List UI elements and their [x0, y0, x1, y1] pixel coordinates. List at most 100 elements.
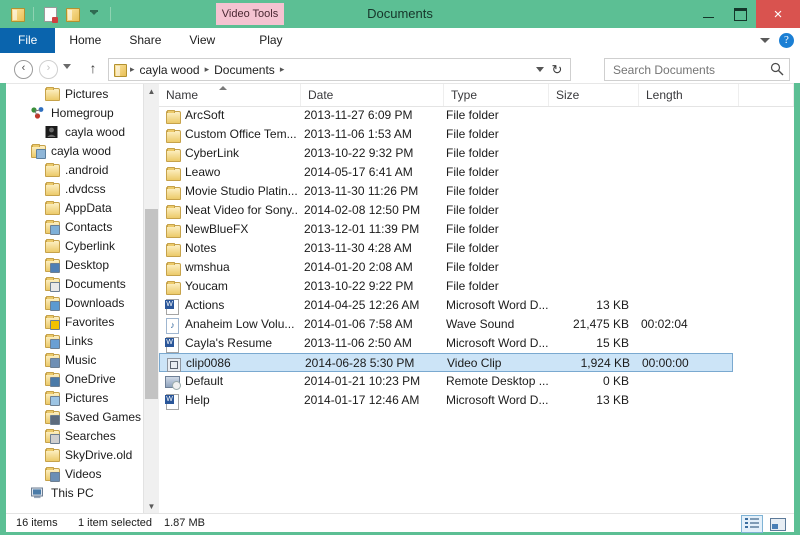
cell-name: Cayla's Resume — [164, 334, 299, 353]
sidebar-item-this-pc[interactable]: This PC — [6, 483, 159, 502]
cell-type: File folder — [446, 127, 499, 141]
chevron-down-icon[interactable] — [760, 38, 770, 43]
sidebar-item-videos[interactable]: Videos — [6, 464, 159, 483]
sidebar-item-desktop[interactable]: Desktop — [6, 255, 159, 274]
cell-type: File folder — [446, 165, 499, 179]
table-row[interactable]: Default 2014-01-21 10:23 PM Remote Desktop… — [159, 372, 794, 391]
table-row[interactable]: Neat Video for Sony... 2014-02-08 12:50 P… — [159, 201, 794, 220]
table-row[interactable]: Help 2014-01-17 12:46 AM Microsoft Word D.… — [159, 391, 794, 410]
cell-date: 2013-11-30 4:28 AM — [304, 241, 412, 255]
column-header-type[interactable]: Type — [444, 84, 549, 106]
table-row[interactable]: Notes 2013-11-30 4:28 AM File folder — [159, 239, 794, 258]
new-folder-icon[interactable] — [41, 5, 59, 23]
search-icon[interactable] — [770, 62, 784, 76]
sidebar-item-saved-games[interactable]: Saved Games — [6, 407, 159, 426]
tab-home[interactable]: Home — [55, 28, 115, 53]
up-button[interactable]: ↑ — [84, 59, 102, 77]
table-row[interactable]: Leawo 2014-05-17 6:41 AM File folder — [159, 163, 794, 182]
scrollbar-thumb[interactable] — [145, 209, 158, 399]
folder-icon[interactable] — [8, 5, 26, 23]
refresh-icon[interactable]: ↻ — [549, 62, 565, 78]
search-box[interactable] — [604, 58, 790, 82]
sidebar-item-appdata[interactable]: AppData — [6, 198, 159, 217]
table-row[interactable]: wmshua 2014-01-20 2:08 AM File folder — [159, 258, 794, 277]
recent-locations-icon[interactable] — [63, 64, 71, 69]
cell-size: 0 KB — [602, 374, 629, 388]
folder-icon-2[interactable] — [63, 5, 81, 23]
sidebar-item-label: Homegroup — [51, 105, 114, 120]
folder-icon — [44, 86, 60, 102]
chevron-up-icon[interactable]: ▲ — [144, 84, 159, 99]
large-icons-view-button[interactable] — [766, 515, 788, 533]
column-header-date[interactable]: Date — [301, 84, 444, 106]
sidebar-item-cayla-wood[interactable]: cayla wood — [6, 122, 159, 141]
help-icon[interactable]: ? — [779, 33, 794, 48]
search-input[interactable] — [611, 59, 765, 82]
minimize-button[interactable] — [692, 0, 724, 28]
sidebar-item-dvdcss[interactable]: .dvdcss — [6, 179, 159, 198]
table-row[interactable]: Cayla's Resume 2013-11-06 2:50 AM Microsof… — [159, 334, 794, 353]
details-view-button[interactable] — [741, 515, 763, 533]
sidebar-item-pictures[interactable]: Pictures — [6, 84, 159, 103]
close-button[interactable]: × — [756, 0, 800, 28]
sidebar-item-contacts[interactable]: Contacts — [6, 217, 159, 236]
tab-share[interactable]: Share — [115, 28, 175, 53]
cell-name: Notes — [164, 239, 299, 258]
breadcrumb-documents[interactable]: Documents — [210, 63, 279, 77]
table-row[interactable]: ArcSoft 2013-11-27 6:09 PM File folder — [159, 106, 794, 125]
forward-button[interactable]: › — [39, 60, 58, 79]
table-row[interactable]: Youcam 2013-10-22 9:22 PM File folder — [159, 277, 794, 296]
folder-icon — [164, 146, 181, 162]
navigation-pane[interactable]: Pictures Homegroup cayla wood cayla wood .an… — [6, 84, 159, 514]
cell-date: 2014-01-06 7:58 AM — [304, 317, 413, 331]
column-header-name[interactable]: Name — [159, 84, 301, 106]
table-row[interactable]: NewBlueFX 2013-12-01 11:39 PM File folder — [159, 220, 794, 239]
sidebar-item-android[interactable]: .android — [6, 160, 159, 179]
sidebar-item-pictures[interactable]: Pictures — [6, 388, 159, 407]
file-name-label: Default — [185, 374, 224, 388]
sidebar-item-downloads[interactable]: Downloads — [6, 293, 159, 312]
chevron-down-icon[interactable]: ▼ — [144, 499, 159, 514]
table-row[interactable]: ♪ Anaheim Low Volu... 2014-01-06 7:58 AM Wa… — [159, 315, 794, 334]
sidebar-item-onedrive[interactable]: OneDrive — [6, 369, 159, 388]
folder-icon — [44, 162, 60, 178]
address-bar[interactable]: ▸ cayla wood ▸ Documents ▸ ↻ — [108, 58, 571, 81]
sidebar-item-skydrive-old[interactable]: SkyDrive.old — [6, 445, 159, 464]
address-dropdown-icon[interactable] — [536, 67, 544, 72]
customize-caret-icon[interactable] — [85, 5, 103, 23]
maximize-button[interactable] — [724, 0, 756, 28]
table-row[interactable]: Movie Studio Platin... 2013-11-30 11:26 P… — [159, 182, 794, 201]
sidebar-item-music[interactable]: Music — [6, 350, 159, 369]
tab-view[interactable]: View — [175, 28, 229, 53]
tab-file[interactable]: File — [0, 28, 56, 53]
back-button[interactable]: ‹ — [14, 60, 33, 79]
breadcrumb-cayla-wood[interactable]: cayla wood — [136, 63, 204, 77]
sidebar-item-favorites[interactable]: Favorites — [6, 312, 159, 331]
sidebar-item-cyberlink[interactable]: Cyberlink — [6, 236, 159, 255]
table-row[interactable]: Actions 2014-04-25 12:26 AM Microsoft Word… — [159, 296, 794, 315]
cell-date: 2014-01-20 2:08 AM — [304, 260, 413, 274]
column-header-length[interactable]: Length — [639, 84, 739, 106]
details-view-icon — [745, 518, 759, 529]
sidebar-item-label: Saved Games — [65, 409, 142, 424]
tab-play[interactable]: Play — [245, 28, 296, 53]
column-header-empty[interactable] — [739, 84, 794, 106]
navigation-pane-scrollbar[interactable]: ▲ ▼ — [143, 84, 159, 514]
sidebar-item-searches[interactable]: Searches — [6, 426, 159, 445]
table-row[interactable]: Custom Office Tem... 2013-11-06 1:53 AM Fi… — [159, 125, 794, 144]
column-header-size[interactable]: Size — [549, 84, 639, 106]
cell-name: wmshua — [164, 258, 299, 277]
cell-name: Default — [164, 372, 299, 391]
sidebar-item-cayla-wood[interactable]: cayla wood — [6, 141, 159, 160]
table-row[interactable]: CyberLink 2013-10-22 9:32 PM File folder — [159, 144, 794, 163]
contextual-tab-video-tools[interactable]: Video Tools — [216, 3, 284, 25]
sidebar-item-documents[interactable]: Documents — [6, 274, 159, 293]
folder-icon — [44, 447, 60, 463]
folder-icon — [44, 181, 60, 197]
sidebar-item-links[interactable]: Links — [6, 331, 159, 350]
onedrive-folder-icon — [44, 371, 60, 387]
sidebar-item-homegroup[interactable]: Homegroup — [6, 103, 159, 122]
breadcrumb-separator-3[interactable]: ▸ — [279, 64, 286, 75]
table-row[interactable]: clip0086 2014-06-28 5:30 PM Video Clip 1,92… — [159, 353, 733, 372]
status-bar: 16 items 1 item selected 1.87 MB — [6, 513, 794, 533]
